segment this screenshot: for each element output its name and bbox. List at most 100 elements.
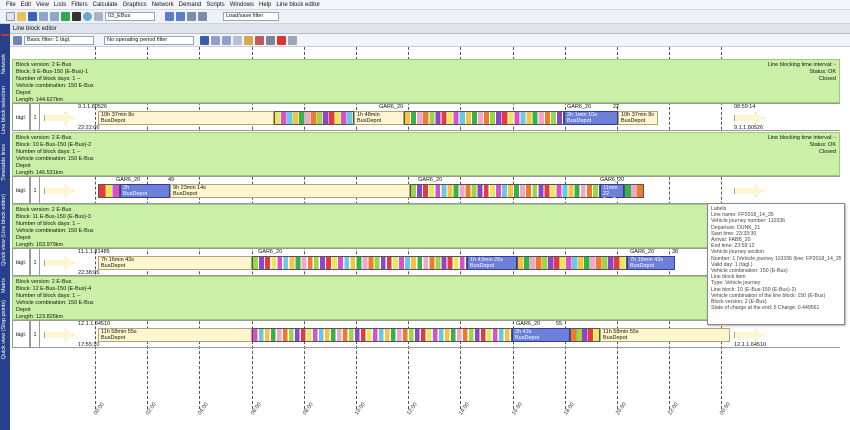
menu-edit[interactable]: Edit [21,2,31,8]
load-save-filter[interactable]: Load/save filter [223,12,279,21]
settings-icon[interactable] [266,35,275,45]
tab-quick-view-stops[interactable]: Quick view (Stop points) [1,300,7,359]
menu-calculate[interactable]: Calculate [93,2,118,8]
menu-lists[interactable]: Lists [54,2,66,8]
depot-idle-segment[interactable]: 9h 23min 14s BusDepot [170,184,410,198]
menu-windows[interactable]: Windows [230,2,254,8]
menu-line-block-editor[interactable]: Line block editor [276,2,320,8]
trip-sequence[interactable] [98,184,120,198]
table-icon[interactable] [198,12,207,21]
hand-icon[interactable] [233,35,242,45]
save-icon[interactable] [28,12,37,21]
new-icon[interactable] [6,12,15,21]
day-number: 1 [30,320,40,348]
play-icon[interactable] [61,12,70,21]
time-tick-label: 00:00 [719,401,733,417]
depot-idle-segment[interactable]: 1h 48min BusDepot [354,111,404,125]
block-row[interactable]: tägl. 1 2h BusDepot 9h 23min 14s BusDepot 11mi… [12,176,840,204]
tab-quick-view-lbe[interactable]: Quick view (Line block editor) [1,194,7,266]
depot-charging-segment[interactable]: 7h 16min 43s BusDepot [627,256,675,270]
depot-idle-segment[interactable]: 10h 37min 8s BusDepot [618,111,658,125]
stop-point-label: GAR6_20 [516,321,541,327]
time-tick-label: 10:00 [354,401,367,417]
menu-filters[interactable]: Filters [71,2,87,8]
time-tick-label: 14:00 [458,401,472,417]
block-endpoint-label: 9.1.1.80526 [78,104,108,110]
time-tick-label: 18:00 [562,401,576,417]
tab-line-block-selection[interactable]: Line block selection [1,86,7,134]
depot-charging-segment[interactable]: 2h 1min 10s BusDepot [564,111,618,125]
menu-graphics[interactable]: Graphics [123,2,147,8]
block-endpoint-label: 22:22:06 [78,125,100,131]
filter-icon[interactable] [13,35,22,45]
end-arrow-icon [734,112,764,124]
redo-icon[interactable] [50,12,59,21]
delete-icon[interactable] [277,35,286,45]
block-header[interactable]: Block version: 2 E-Bus Block: 10 E-Bus-15… [12,132,840,176]
globe-icon[interactable] [83,12,92,21]
trip-sequence[interactable] [410,184,600,198]
depot-charging-segment[interactable]: 2h 42s BusDepot [512,328,570,342]
trip-sequence[interactable] [252,256,467,270]
block-status: Line blocking time interval: - Status: OK… [767,62,836,82]
depot-idle-segment[interactable]: 7h 16min 43s BusDepot [98,256,252,270]
edit-icon[interactable] [244,35,253,45]
stop-point-label: GAR6_20 [116,177,141,183]
cut-icon[interactable] [255,35,264,45]
time-tick-label: 06:00 [249,401,263,417]
depot-charging-segment[interactable]: 2h BusDepot [120,184,170,198]
zoom-in-icon[interactable] [211,35,220,45]
select-icon[interactable] [94,12,103,21]
trip-sequence[interactable] [252,328,512,342]
tab-timetable-lines[interactable]: Timetable lines [1,144,7,181]
block-endpoint-label: 9.1.1.80526 [734,125,764,131]
open-icon[interactable] [17,12,26,21]
scenario-select[interactable]: 03_EBus [105,12,155,21]
block-endpoint-label: 12.1.1.64510 [734,342,767,348]
layout-icon[interactable] [165,12,174,21]
grid-lines-icon[interactable] [288,35,297,45]
window-icon[interactable] [176,12,185,21]
stop-point-label: 55 [556,321,563,327]
menu-file[interactable]: File [6,2,16,8]
depot-idle-segment[interactable]: 11h 58min 55s BusDepot [98,328,252,342]
operating-period-select[interactable]: No operating period filter [104,35,194,45]
depot-idle-segment[interactable]: 11h 58min 55s BusDepot [600,328,730,342]
menu-demand[interactable]: Demand [179,2,202,8]
menu-scripts[interactable]: Scripts [206,2,224,8]
trip-sequence[interactable] [517,256,627,270]
depot-charging-segment[interactable]: 11min 22 BusDepot [600,184,627,203]
trip-sequence[interactable] [274,111,354,125]
menu-help[interactable]: Help [259,2,271,8]
tooltip-line: State of charge at the end: 5 Charge: 0.… [711,305,820,312]
block-lane[interactable]: 10h 37min 8s BusDepot 1h 48min BusDepot 2h 1… [40,103,840,131]
block-header[interactable]: Block version: 2 E-Bus Block: 9 E-Bus-150… [12,59,840,103]
block-lane[interactable]: 2h BusDepot 9h 23min 14s BusDepot 11min 22 Bu… [40,176,840,204]
stop-icon[interactable] [72,12,81,21]
grid-icon[interactable] [187,12,196,21]
tab-matrix[interactable]: Matrix [1,278,7,293]
start-arrow-icon [44,185,74,197]
stop-point-label: GAR6_20 [379,104,404,110]
trip-sequence[interactable] [404,111,564,125]
menu-bar: File Edit View Lists Filters Calculate Graphic… [0,0,850,10]
trip-sequence[interactable] [624,184,644,198]
time-tick-label: 16:00 [510,401,524,417]
basic-filter-select[interactable]: Basic filter: 1 tägl. [24,35,94,45]
binoculars-icon[interactable] [200,35,209,45]
zoom-out-icon[interactable] [222,35,231,45]
depot-charging-segment[interactable]: 1h 43min 26s BusDepot [467,256,517,270]
menu-network[interactable]: Network [152,2,174,8]
stop-point-label: GAR6_20 [258,249,283,255]
block-info-line: Block: 10 E-Bus-150 (E-Bus)-2 [16,142,92,148]
journey-tooltip: Labels Line name: FP2018_14_35 Vehicle jou… [707,203,845,325]
block-info-line: Number of block days: 1 -- [16,76,81,82]
block-row[interactable]: tägl. 1 10h 37min 8s BusDepot 1h 48min BusDep… [12,103,840,131]
time-tick-label: 02:00 [145,401,158,417]
menu-view[interactable]: View [36,2,49,8]
tab-network[interactable]: Network [1,54,7,74]
trip-sequence[interactable] [570,328,600,342]
depot-idle-segment[interactable]: 10h 37min 8s BusDepot [98,111,274,125]
undo-icon[interactable] [39,12,48,21]
filter-bar: Basic filter: 1 tägl. No operating perio… [10,34,850,47]
